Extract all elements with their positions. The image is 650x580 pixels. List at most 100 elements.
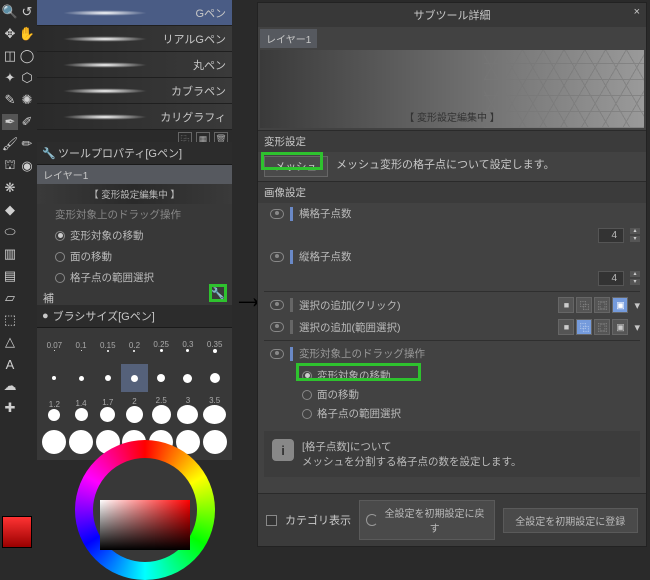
marquee-icon[interactable]: ◫	[2, 48, 18, 64]
magnifier-icon[interactable]: 🔍	[2, 4, 18, 20]
foreground-color-swatch[interactable]	[2, 516, 32, 548]
brush-size-cell[interactable]: 1.7	[94, 396, 121, 424]
mode-sub-icon[interactable]: ⿴	[594, 297, 610, 313]
brush-size-cell[interactable]	[94, 364, 121, 392]
brush-size-cell[interactable]: 0.3	[175, 332, 202, 360]
brush-size-cell[interactable]: 0.1	[68, 332, 95, 360]
h-grid-value[interactable]: 4	[598, 228, 624, 243]
mode-sub-icon[interactable]: ⿴	[594, 319, 610, 335]
brush-size-cell[interactable]	[68, 428, 95, 456]
layer-tab[interactable]: レイヤー1	[37, 165, 232, 184]
shape-icon[interactable]: ▱	[2, 290, 18, 306]
pen-icon[interactable]: ✒	[2, 114, 18, 130]
dialog-layer-tab[interactable]: レイヤー1	[260, 29, 317, 48]
spin-buttons[interactable]: ▴▾	[630, 227, 640, 243]
color-sv-box[interactable]	[100, 500, 190, 550]
brush-size-cell[interactable]	[148, 364, 175, 392]
mode-xor-icon[interactable]: ▣	[612, 319, 628, 335]
ink-icon[interactable]: ◉	[19, 158, 35, 174]
mesh-button[interactable]: メッシュ	[264, 156, 328, 177]
brush-size-cell[interactable]: 3.5	[201, 396, 228, 424]
brush-size-cell[interactable]: 2.5	[148, 396, 175, 424]
handle-icon[interactable]	[290, 298, 293, 312]
burst-icon[interactable]: ✺	[19, 92, 35, 108]
wrench-icon: 🔧	[42, 147, 54, 159]
brush-size-cell[interactable]	[175, 364, 202, 392]
fix-icon[interactable]: ✚	[2, 400, 18, 416]
register-all-button[interactable]: 全設定を初期設定に登録	[503, 508, 639, 533]
mode-xor-icon[interactable]: ▣	[612, 297, 628, 313]
brush-size-cell[interactable]	[68, 364, 95, 392]
chevron-down-icon[interactable]: ▾	[634, 299, 640, 312]
mode-new-icon[interactable]: ■	[558, 297, 574, 313]
brush-size-cell[interactable]: 0.25	[148, 332, 175, 360]
eyedropper-icon[interactable]: ✎	[2, 92, 18, 108]
brush-size-cell[interactable]: 0.35	[201, 332, 228, 360]
spin-buttons[interactable]: ▴▾	[630, 270, 640, 286]
airbrush-icon[interactable]: ⛫	[2, 158, 18, 174]
eye-icon[interactable]	[270, 322, 284, 332]
undo-icon[interactable]: ↺	[19, 4, 35, 20]
brush-size-cell[interactable]	[41, 364, 68, 392]
brush-size-cell[interactable]	[201, 364, 228, 392]
frame-icon[interactable]: ⬚	[2, 312, 18, 328]
brush-row-gpen[interactable]: Gペン	[37, 0, 232, 26]
v-grid-value[interactable]: 4	[598, 271, 624, 286]
text-icon[interactable]: A	[2, 356, 18, 372]
handle-icon[interactable]	[290, 207, 293, 221]
brush-size-cell[interactable]: 3	[175, 396, 202, 424]
eye-icon[interactable]	[270, 300, 284, 310]
dialog-titlebar[interactable]: サブツール詳細 ×	[258, 3, 646, 27]
handle-icon[interactable]	[290, 347, 293, 361]
h-grid-label: 横格子点数	[299, 206, 640, 221]
category-show-checkbox[interactable]	[266, 515, 277, 526]
brush-row-marupen[interactable]: 丸ペン	[37, 52, 232, 78]
brush-row-calligraphy[interactable]: カリグラフィ	[37, 104, 232, 130]
brush-size-cell[interactable]	[121, 364, 148, 392]
brush-size-cell[interactable]	[201, 428, 228, 456]
handle-icon[interactable]	[290, 320, 293, 334]
dlg-option-grid-range[interactable]: 格子点の範囲選択	[294, 404, 646, 423]
balloon-icon[interactable]: ☁	[2, 378, 18, 394]
brush-row-kaburapen[interactable]: カブラペン	[37, 78, 232, 104]
brush-size-cell[interactable]: 0.07	[41, 332, 68, 360]
close-icon[interactable]: ×	[634, 6, 640, 18]
dlg-option-move-face[interactable]: 面の移動	[294, 385, 646, 404]
eye-icon[interactable]	[270, 349, 284, 359]
eye-icon[interactable]	[270, 252, 284, 262]
light-pen-icon[interactable]: ✐	[19, 114, 35, 130]
brush-size-cell[interactable]: 1.2	[41, 396, 68, 424]
option-grid-range[interactable]: 格子点の範囲選択	[37, 267, 232, 288]
chevron-down-icon[interactable]: ▾	[634, 321, 640, 334]
brush-size-cell[interactable]: 0.2	[121, 332, 148, 360]
brush-size-cell[interactable]: 2	[121, 396, 148, 424]
brush-size-cell[interactable]: 0.15	[94, 332, 121, 360]
gradient-icon[interactable]: ▤	[2, 268, 18, 284]
fill-icon[interactable]: ▥	[2, 246, 18, 262]
mode-add-icon[interactable]: ⿻	[576, 297, 592, 313]
select-pen-icon[interactable]: ⬡	[19, 70, 35, 86]
brush-size-cell[interactable]	[41, 428, 68, 456]
ruler-icon[interactable]: △	[2, 334, 18, 350]
move-icon[interactable]: ✥	[2, 26, 18, 42]
dlg-option-move-target[interactable]: 変形対象の移動	[294, 366, 646, 385]
option-move-target[interactable]: 変形対象の移動	[37, 225, 232, 246]
blend-icon[interactable]: ⬭	[2, 224, 18, 240]
brush-row-realgpen[interactable]: リアルGペン	[37, 26, 232, 52]
eye-icon[interactable]	[270, 209, 284, 219]
subtool-detail-button[interactable]: 🔧	[209, 284, 227, 302]
wand-icon[interactable]: ✦	[2, 70, 18, 86]
mode-add-icon[interactable]: ⿻	[576, 319, 592, 335]
brush-icon[interactable]: 🖌	[2, 136, 18, 152]
handle-icon[interactable]	[290, 250, 293, 264]
option-move-face[interactable]: 面の移動	[37, 246, 232, 267]
mode-new-icon[interactable]: ■	[558, 319, 574, 335]
pattern-icon[interactable]: ❋	[2, 180, 18, 196]
lasso-icon[interactable]: ◯	[19, 48, 35, 64]
pencil-icon[interactable]: ✏	[19, 136, 35, 152]
add-click-row: 選択の追加(クリック) ■ ⿻ ⿴ ▣ ▾	[258, 294, 646, 316]
hand-icon[interactable]: ✋	[19, 26, 35, 42]
brush-size-cell[interactable]: 1.4	[68, 396, 95, 424]
reset-all-button[interactable]: 全設定を初期設定に戻す	[359, 500, 495, 540]
eraser-icon[interactable]: ◆	[2, 202, 18, 218]
